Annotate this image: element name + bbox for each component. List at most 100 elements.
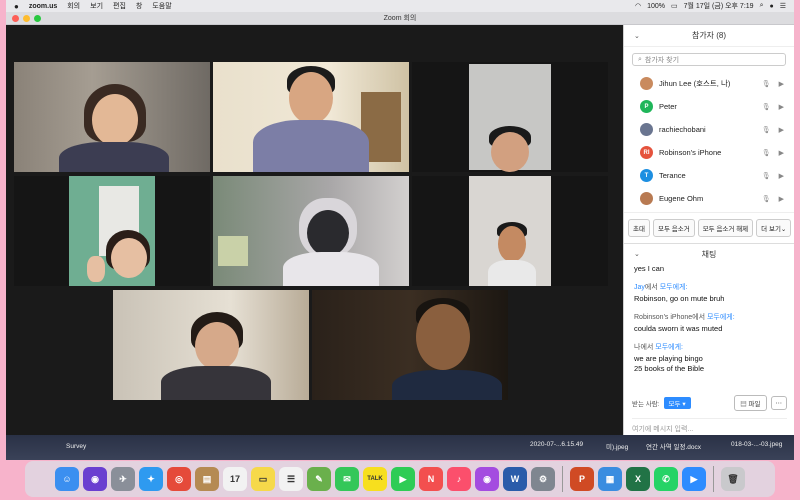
chevron-down-icon[interactable]: ⌄ (634, 250, 640, 258)
video-camera-icon[interactable]: ▶ (779, 195, 784, 203)
news-icon[interactable]: N (419, 467, 443, 491)
desktop-file[interactable]: 2020-07-...6.15.49 (530, 441, 583, 448)
file-button-label: 파일 (748, 401, 761, 408)
trash-icon[interactable]: 🗑 (721, 467, 745, 491)
microphone-icon[interactable]: 🎙 (762, 149, 771, 157)
video-camera-icon[interactable]: ▶ (779, 172, 784, 180)
invite-button[interactable]: 초대 (628, 219, 650, 237)
launchpad-icon[interactable]: ✈ (111, 467, 135, 491)
whatsapp-icon[interactable]: ✆ (654, 467, 678, 491)
unmute-all-button[interactable]: 모두 음소거 해제 (697, 219, 754, 237)
participant-row[interactable]: Eugene Ohm 🎙 ▶ (624, 187, 794, 210)
video-tile[interactable] (113, 290, 309, 400)
reminders-icon[interactable]: ☰ (279, 467, 303, 491)
chat-message-sender: 나에서 모두에게: (634, 342, 784, 352)
zoom-icon[interactable]: ▶ (682, 467, 706, 491)
clock[interactable]: 7월 17일 (금) 오후 7:19 (684, 1, 754, 11)
participant-row[interactable]: Jihun Lee (호스트, 나) 🎙 ▶ (624, 72, 794, 95)
video-camera-icon[interactable]: ▶ (779, 80, 784, 88)
finder-icon[interactable]: ☺ (55, 467, 79, 491)
stickies-icon[interactable]: ▭ (251, 467, 275, 491)
user-icon[interactable]: ● (769, 3, 773, 10)
battery-icon[interactable]: ▭ (671, 2, 678, 10)
participant-name: Terance (659, 171, 686, 180)
video-camera-icon[interactable]: ▶ (779, 126, 784, 134)
participant-name: Robinson's iPhone (659, 148, 722, 157)
participants-title: 참가자 (8) (691, 31, 727, 40)
video-tile[interactable] (312, 290, 508, 400)
chat-more-icon[interactable]: ⋯ (770, 396, 787, 410)
minimize-window-button[interactable] (23, 15, 30, 22)
menu-list-icon[interactable]: ☰ (780, 2, 786, 10)
menu-window[interactable]: 창 (136, 1, 142, 11)
menu-help[interactable]: 도움말 (152, 1, 171, 11)
excel-icon[interactable]: X (626, 467, 650, 491)
participant-row[interactable]: rachiechobani 🎙 ▶ (624, 118, 794, 141)
apple-icon[interactable]: ● (14, 2, 19, 11)
recipient-name: 모두에게: (706, 314, 735, 321)
window-titlebar: Zoom 회의 (6, 12, 794, 25)
participant-name: Peter (659, 102, 677, 111)
participant-search-input[interactable]: ⌕ 참가자 찾기 (632, 53, 786, 66)
photos-edit-icon[interactable]: ✎ (307, 467, 331, 491)
fullscreen-window-button[interactable] (34, 15, 41, 22)
podcasts-icon[interactable]: ◉ (475, 467, 499, 491)
file-button[interactable]: ▤ 파일 (734, 395, 767, 411)
word-icon[interactable]: W (503, 467, 527, 491)
menu-app-name[interactable]: zoom.us (29, 3, 57, 10)
video-tile[interactable] (213, 62, 409, 172)
recipient-select[interactable]: 모두 ▾ (663, 397, 691, 409)
microphone-icon[interactable]: 🎙 (762, 126, 771, 134)
safari-icon[interactable]: ✦ (139, 467, 163, 491)
video-tile[interactable] (213, 176, 409, 286)
chrome-icon[interactable]: ◎ (167, 467, 191, 491)
search-icon[interactable]: ⌕ (760, 2, 764, 10)
participant-row[interactable]: RI Robinson's iPhone 🎙 ▶ (624, 141, 794, 164)
desktop-file[interactable]: 018-03-...-03.jpeg (731, 441, 782, 448)
messages-icon[interactable]: ✉ (335, 467, 359, 491)
video-tile-active-speaker[interactable] (412, 62, 608, 172)
desktop-file[interactable]: 미).jpeg (606, 441, 628, 451)
participant-status: 🎙 ▶ (762, 172, 784, 180)
recipient-name: 모두에게: (655, 344, 683, 351)
avatar: P (640, 100, 653, 113)
chevron-down-icon[interactable]: ⌄ (634, 32, 640, 40)
chat-message: 나에서 모두에게: we are playing bingo 25 books o… (634, 342, 784, 374)
participant-row[interactable]: T Terance 🎙 ▶ (624, 164, 794, 187)
menu-view[interactable]: 보기 (90, 1, 103, 11)
participant-name: rachiechobani (659, 125, 706, 134)
video-camera-icon[interactable]: ▶ (779, 149, 784, 157)
video-tile[interactable] (412, 176, 608, 286)
close-window-button[interactable] (12, 15, 19, 22)
sender-prefix: 나에서 (634, 344, 656, 351)
menu-meeting[interactable]: 회의 (67, 1, 80, 11)
desktop-file[interactable]: 연간 사역 일정.docx (646, 441, 701, 451)
recipient-value: 모두 (668, 401, 681, 408)
kakaotalk-icon[interactable]: TALK (363, 467, 387, 491)
microphone-icon[interactable]: 🎙 (762, 195, 771, 203)
video-tile[interactable] (14, 62, 210, 172)
powerpoint-icon[interactable]: P (570, 467, 594, 491)
microphone-icon[interactable]: 🎙 (762, 80, 771, 88)
menu-edit[interactable]: 편집 (113, 1, 126, 11)
calendar-icon[interactable]: 17 (223, 467, 247, 491)
facetime-icon[interactable]: ▶ (391, 467, 415, 491)
siri-icon[interactable]: ◉ (83, 467, 107, 491)
desktop-file[interactable]: Survey (66, 443, 86, 450)
wifi-icon[interactable]: ◠ (635, 2, 641, 10)
avatar: T (640, 169, 653, 182)
notes-book-icon[interactable]: ▤ (195, 467, 219, 491)
participant-row[interactable]: P Peter 🎙 ▶ (624, 95, 794, 118)
keynote-icon[interactable]: ▦ (598, 467, 622, 491)
music-icon[interactable]: ♪ (447, 467, 471, 491)
microphone-icon[interactable]: 🎙 (762, 103, 771, 111)
chat-message-text: we are playing bingo 25 books of the Bib… (634, 354, 705, 373)
microphone-icon[interactable]: 🎙 (762, 172, 771, 180)
video-tile[interactable] (14, 176, 210, 286)
chat-input[interactable]: 여기에 메시지 입력... (632, 418, 787, 434)
system-preferences-icon[interactable]: ⚙ (531, 467, 555, 491)
mute-all-button[interactable]: 모두 음소거 (652, 219, 695, 237)
video-camera-icon[interactable]: ▶ (779, 103, 784, 111)
more-button[interactable]: 더 보기⌄ (756, 219, 792, 237)
sender-name[interactable]: Jay (634, 284, 645, 291)
